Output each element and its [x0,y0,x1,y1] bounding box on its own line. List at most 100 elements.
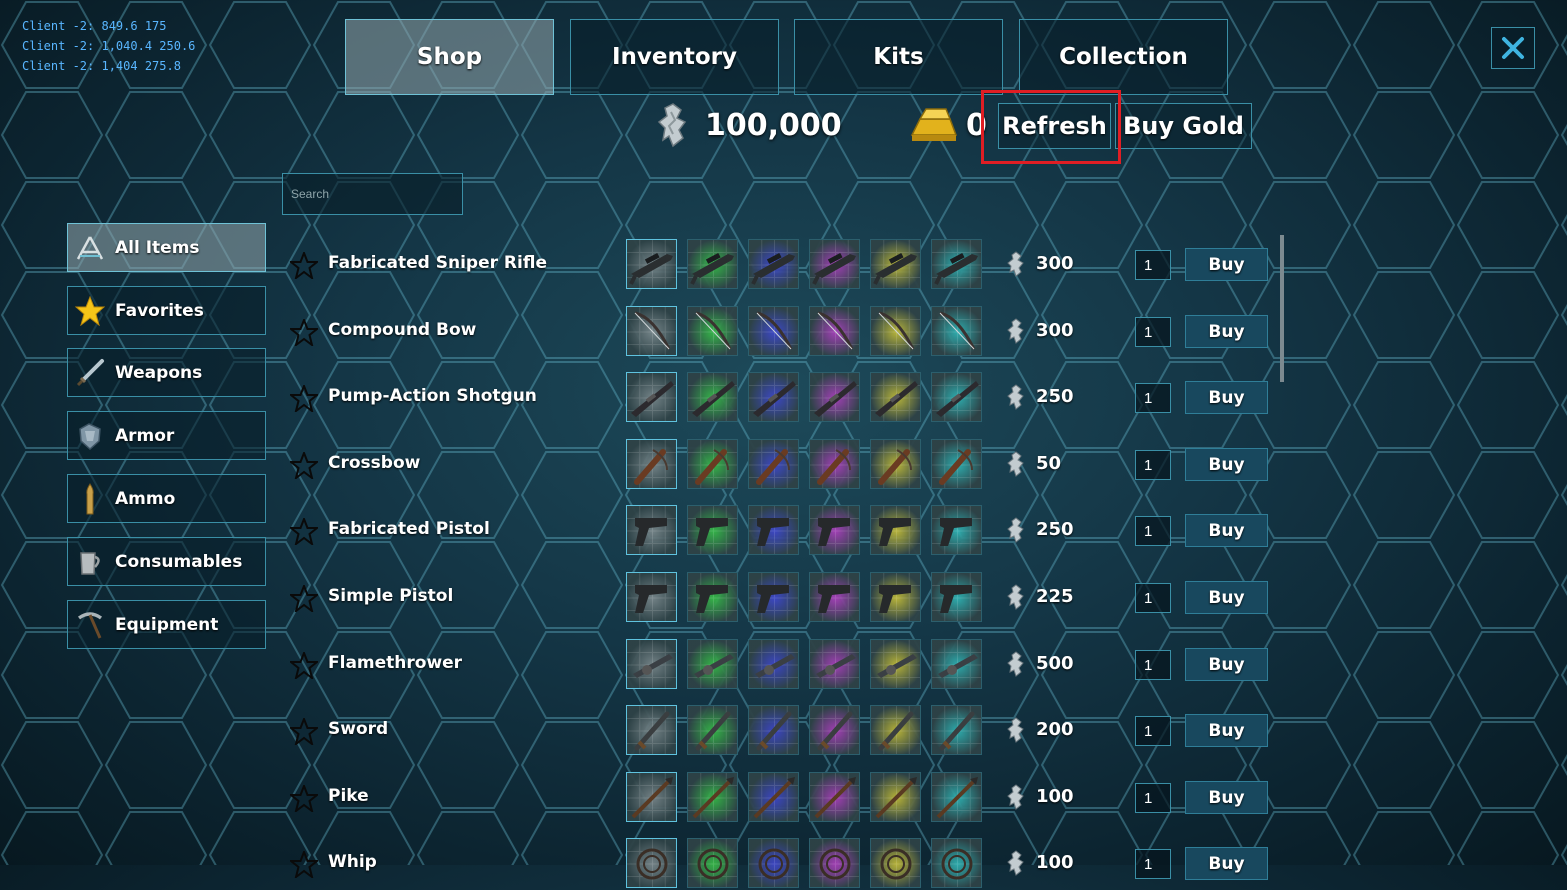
favorite-star-icon[interactable] [288,849,320,882]
tab-shop[interactable]: Shop [345,19,554,95]
buy-button[interactable]: Buy [1185,847,1268,880]
category-ammo[interactable]: Ammo [67,474,266,523]
buy-button[interactable]: Buy [1185,315,1268,348]
skin-variant-5[interactable] [931,572,982,622]
skin-variant-5[interactable] [931,372,982,422]
quantity-input[interactable] [1135,516,1171,546]
favorite-star-icon[interactable] [288,516,320,549]
skin-variant-2[interactable] [748,639,799,689]
skin-variant-4[interactable] [870,439,921,489]
category-all-items[interactable]: All Items [67,223,266,272]
skin-variant-5[interactable] [931,772,982,822]
skin-variant-0[interactable] [626,372,677,422]
buy-button[interactable]: Buy [1185,714,1268,747]
skin-variant-1[interactable] [687,639,738,689]
skin-variant-3[interactable] [809,239,860,289]
favorite-star-icon[interactable] [288,450,320,483]
buy-gold-button[interactable]: Buy Gold [1115,103,1252,149]
skin-variant-4[interactable] [870,838,921,888]
skin-variant-1[interactable] [687,239,738,289]
search-input[interactable] [282,173,463,215]
quantity-input[interactable] [1135,716,1171,746]
skin-variant-1[interactable] [687,838,738,888]
skin-variant-0[interactable] [626,306,677,356]
skin-variant-4[interactable] [870,639,921,689]
skin-variant-0[interactable] [626,838,677,888]
skin-variant-1[interactable] [687,705,738,755]
favorite-star-icon[interactable] [288,383,320,416]
skin-variant-3[interactable] [809,439,860,489]
quantity-input[interactable] [1135,783,1171,813]
favorite-star-icon[interactable] [288,650,320,683]
skin-variant-0[interactable] [626,772,677,822]
favorite-star-icon[interactable] [288,583,320,616]
buy-button[interactable]: Buy [1185,514,1268,547]
skin-variant-5[interactable] [931,705,982,755]
skin-variant-4[interactable] [870,372,921,422]
quantity-input[interactable] [1135,317,1171,347]
skin-variant-0[interactable] [626,639,677,689]
buy-button[interactable]: Buy [1185,781,1268,814]
quantity-input[interactable] [1135,849,1171,879]
close-button[interactable] [1491,27,1535,69]
skin-variant-5[interactable] [931,239,982,289]
skin-variant-4[interactable] [870,572,921,622]
skin-variant-3[interactable] [809,372,860,422]
scrollbar[interactable] [1280,235,1284,382]
quantity-input[interactable] [1135,450,1171,480]
skin-variant-0[interactable] [626,239,677,289]
favorite-star-icon[interactable] [288,716,320,749]
skin-variant-2[interactable] [748,705,799,755]
skin-variant-5[interactable] [931,838,982,888]
tab-kits[interactable]: Kits [794,19,1003,95]
skin-variant-4[interactable] [870,772,921,822]
quantity-input[interactable] [1135,250,1171,280]
skin-variant-1[interactable] [687,572,738,622]
skin-variant-1[interactable] [687,306,738,356]
skin-variant-3[interactable] [809,772,860,822]
skin-variant-3[interactable] [809,572,860,622]
skin-variant-0[interactable] [626,705,677,755]
category-weapons[interactable]: Weapons [67,348,266,397]
tab-collection[interactable]: Collection [1019,19,1228,95]
skin-variant-0[interactable] [626,572,677,622]
category-consumables[interactable]: Consumables [67,537,266,586]
category-favorites[interactable]: Favorites [67,286,266,335]
buy-button[interactable]: Buy [1185,581,1268,614]
skin-variant-2[interactable] [748,772,799,822]
skin-variant-4[interactable] [870,239,921,289]
skin-variant-2[interactable] [748,838,799,888]
skin-variant-1[interactable] [687,772,738,822]
skin-variant-2[interactable] [748,572,799,622]
quantity-input[interactable] [1135,650,1171,680]
skin-variant-3[interactable] [809,306,860,356]
skin-variant-5[interactable] [931,639,982,689]
skin-variant-4[interactable] [870,705,921,755]
tab-inventory[interactable]: Inventory [570,19,779,95]
skin-variant-3[interactable] [809,639,860,689]
buy-button[interactable]: Buy [1185,381,1268,414]
buy-button[interactable]: Buy [1185,648,1268,681]
skin-variant-3[interactable] [809,838,860,888]
buy-button[interactable]: Buy [1185,248,1268,281]
skin-variant-1[interactable] [687,505,738,555]
favorite-star-icon[interactable] [288,317,320,350]
skin-variant-4[interactable] [870,505,921,555]
category-armor[interactable]: Armor [67,411,266,460]
skin-variant-3[interactable] [809,705,860,755]
buy-button[interactable]: Buy [1185,448,1268,481]
favorite-star-icon[interactable] [288,250,320,283]
skin-variant-4[interactable] [870,306,921,356]
skin-variant-1[interactable] [687,372,738,422]
skin-variant-1[interactable] [687,439,738,489]
skin-variant-5[interactable] [931,439,982,489]
skin-variant-5[interactable] [931,505,982,555]
quantity-input[interactable] [1135,583,1171,613]
skin-variant-3[interactable] [809,505,860,555]
skin-variant-2[interactable] [748,372,799,422]
skin-variant-2[interactable] [748,239,799,289]
skin-variant-0[interactable] [626,439,677,489]
skin-variant-0[interactable] [626,505,677,555]
favorite-star-icon[interactable] [288,783,320,816]
category-equipment[interactable]: Equipment [67,600,266,649]
